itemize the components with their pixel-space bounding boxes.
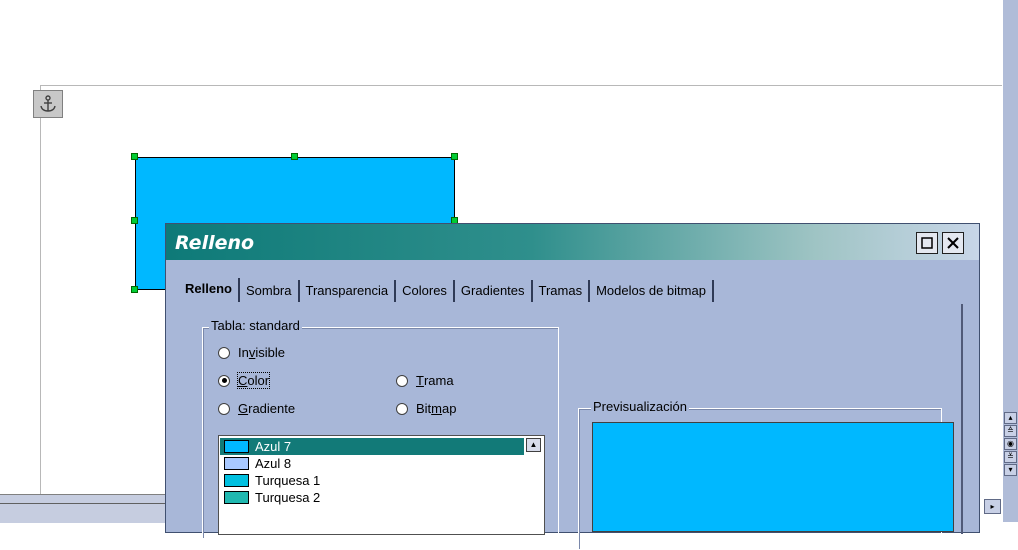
radio-button[interactable] — [218, 346, 230, 359]
ruler-line — [0, 503, 175, 504]
list-item-label: Azul 7 — [255, 439, 292, 454]
radio-button[interactable] — [396, 402, 408, 415]
fill-dialog: Relleno Relleno Sombra Transparencia Col… — [165, 223, 980, 550]
color-swatch — [224, 457, 249, 470]
radio-button-checked[interactable] — [218, 374, 230, 387]
dialog-title: Relleno — [175, 232, 255, 254]
tab-colores[interactable]: Colores — [396, 280, 455, 302]
radio-label: Color — [236, 372, 271, 389]
tab-sombra[interactable]: Sombra — [240, 280, 300, 302]
radio-label-part: olor — [247, 373, 270, 388]
resize-handle[interactable] — [451, 153, 458, 160]
tab-relleno[interactable]: Relleno — [179, 278, 240, 302]
tab-gradientes[interactable]: Gradientes — [455, 280, 533, 302]
radio-label-part: Bit — [416, 401, 432, 416]
color-listbox[interactable]: Azul 7 Azul 8 Turquesa 1 Turquesa 2 ▲ — [218, 435, 545, 535]
radio-gradiente[interactable]: Gradiente — [218, 401, 295, 416]
color-swatch — [224, 474, 249, 487]
radio-dot — [221, 378, 227, 383]
scroll-up-arrow-icon[interactable]: ▴ — [1004, 412, 1017, 424]
scroll-down-arrow-icon[interactable]: ▾ — [1004, 464, 1017, 476]
list-item-label: Azul 8 — [255, 456, 292, 471]
list-item-label: Turquesa 1 — [255, 473, 321, 488]
radio-label-accel: m — [431, 401, 443, 416]
radio-trama[interactable]: Trama — [396, 373, 454, 388]
resize-handle[interactable] — [131, 286, 138, 293]
radio-label-part: rama — [423, 373, 454, 388]
list-item[interactable]: Azul 8 — [220, 455, 524, 472]
radio-label-part: ap — [442, 401, 457, 416]
close-icon — [947, 237, 959, 249]
group-label: Tabla: standard — [209, 318, 302, 333]
page-top-border — [40, 85, 1002, 86]
restore-button[interactable] — [916, 232, 938, 254]
radio-label-accel: T — [416, 373, 424, 388]
list-item[interactable]: Turquesa 2 — [220, 489, 524, 506]
color-swatch — [224, 491, 249, 504]
radio-button[interactable] — [396, 374, 408, 387]
page-up-icon[interactable]: ≙ — [1004, 425, 1017, 437]
radio-bitmap[interactable]: Bit m ap — [396, 401, 456, 416]
scroll-target-icon[interactable]: ◉ — [1004, 438, 1017, 450]
radio-label-part: In — [238, 345, 249, 360]
resize-handle[interactable] — [131, 217, 138, 224]
tab-bar: Relleno Sombra Transparencia Colores Gra… — [179, 276, 714, 302]
horizontal-ruler — [0, 494, 175, 523]
restore-icon — [921, 237, 933, 249]
scroll-up-arrow-icon[interactable]: ▲ — [526, 438, 541, 452]
tab-transparencia[interactable]: Transparencia — [300, 280, 397, 302]
radio-color[interactable]: Color — [218, 372, 271, 389]
radio-label-part: radiente — [248, 401, 296, 416]
radio-invisible[interactable]: In v isible — [218, 345, 285, 360]
dialog-titlebar[interactable]: Relleno — [166, 224, 979, 260]
preview-area — [592, 422, 954, 532]
tab-tramas[interactable]: Tramas — [533, 280, 591, 302]
anchor-icon[interactable] — [33, 90, 63, 118]
list-item[interactable]: Azul 7 — [220, 438, 524, 455]
resize-handle[interactable] — [131, 153, 138, 160]
close-button[interactable] — [942, 232, 964, 254]
list-item-label: Turquesa 2 — [255, 490, 321, 505]
resize-handle[interactable] — [291, 153, 298, 160]
tab-modelos-de-bitmap[interactable]: Modelos de bitmap — [590, 280, 714, 302]
page-down-icon[interactable]: ≚ — [1004, 451, 1017, 463]
list-item[interactable]: Turquesa 1 — [220, 472, 524, 489]
radio-button[interactable] — [218, 402, 230, 415]
radio-label-part: isible — [255, 345, 285, 360]
scroll-right-arrow-icon[interactable]: ▸ — [984, 499, 1001, 514]
preview-label: Previsualización — [591, 399, 689, 414]
radio-label-accel: G — [238, 401, 249, 416]
tab-panel-border — [961, 304, 963, 534]
page-left-border — [40, 85, 41, 500]
radio-label-accel: C — [238, 373, 248, 388]
color-swatch — [224, 440, 249, 453]
anchor-glyph — [40, 95, 56, 112]
